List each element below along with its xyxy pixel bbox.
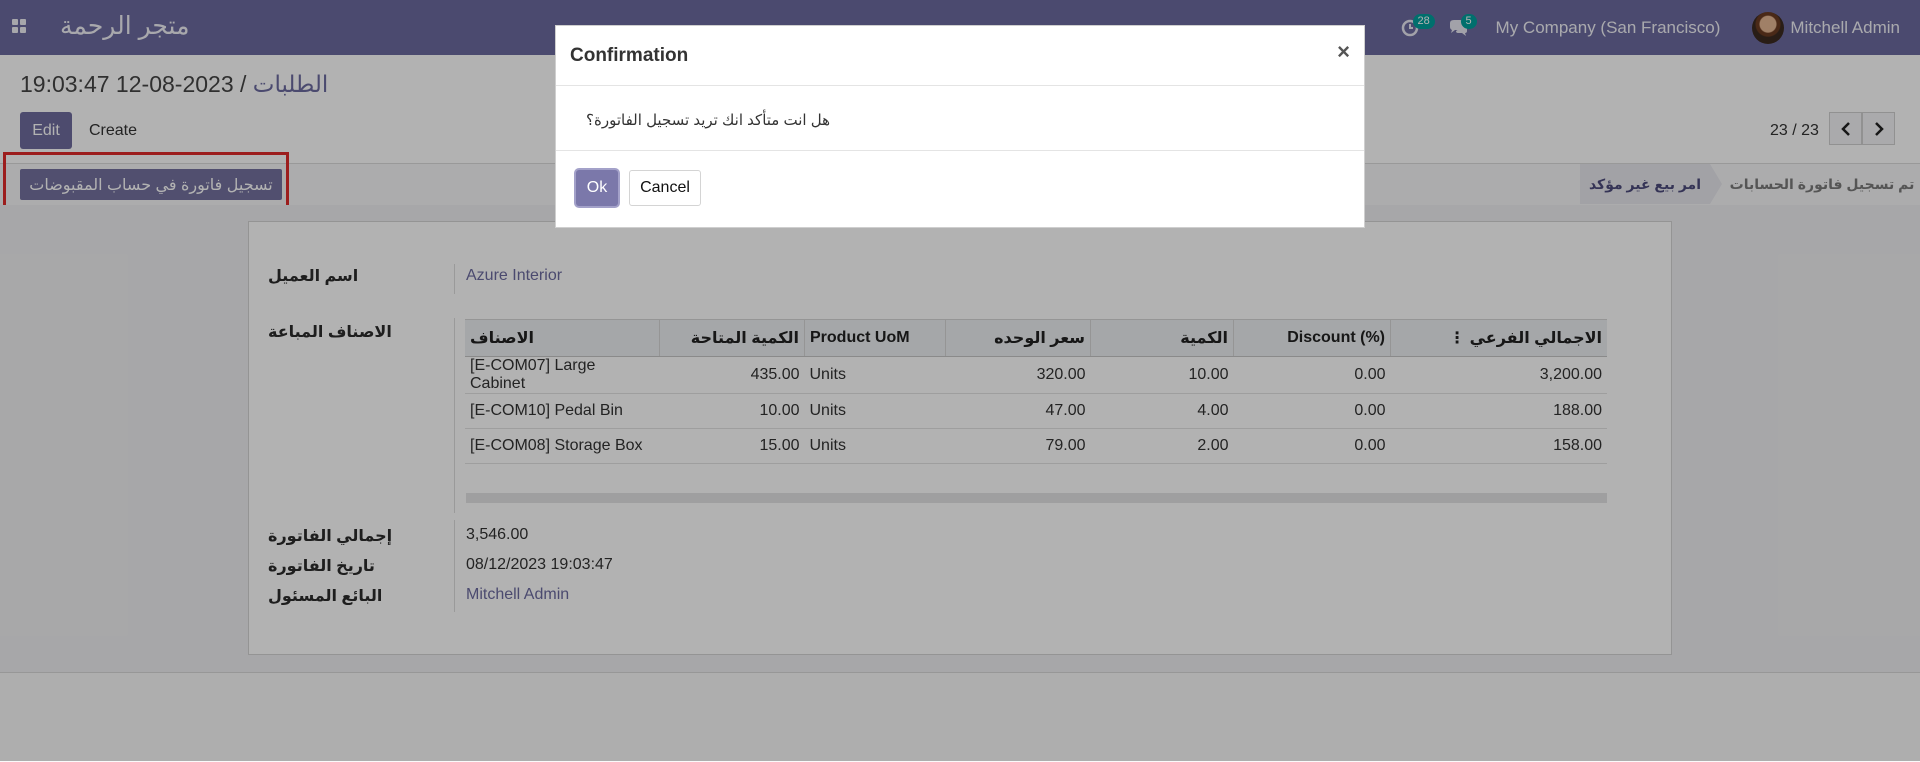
confirmation-dialog: Confirmation × هل انت متأكد انك تريد تسج…: [555, 25, 1365, 228]
dialog-body: هل انت متأكد انك تريد تسجيل الفاتورة؟: [556, 86, 1364, 151]
cancel-button[interactable]: Cancel: [629, 170, 701, 206]
dialog-header: Confirmation ×: [556, 26, 1364, 86]
ok-button[interactable]: Ok: [576, 170, 618, 206]
dialog-title: Confirmation: [570, 45, 689, 66]
close-icon[interactable]: ×: [1337, 41, 1350, 63]
dialog-message: هل انت متأكد انك تريد تسجيل الفاتورة؟: [586, 112, 830, 129]
